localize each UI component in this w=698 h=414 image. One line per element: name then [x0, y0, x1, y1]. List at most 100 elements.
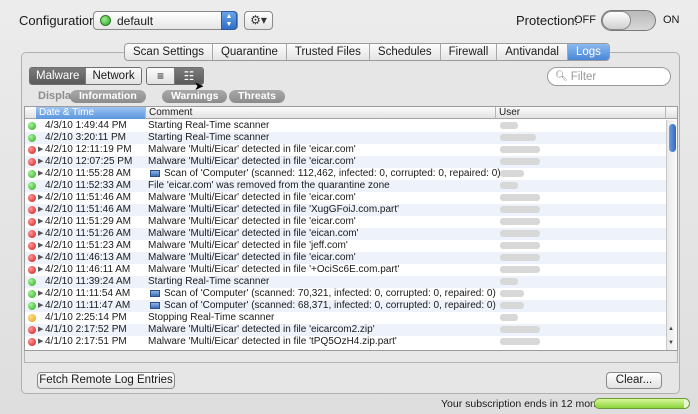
- table-row[interactable]: ▶ 4/2/10 12:07:25 PM Malware 'Multi/Eicar'…: [25, 156, 666, 168]
- table-row[interactable]: ▶ 4/1/10 2:17:52 PM Malware 'Multi/Eicar' …: [25, 324, 666, 336]
- table-row[interactable]: ▶ 4/2/10 11:51:23 AM Malware 'Multi/Eicar'…: [25, 240, 666, 252]
- tab-firewall[interactable]: Firewall: [441, 44, 498, 60]
- display-pill-threats[interactable]: Threats: [229, 90, 285, 103]
- row-comment: Malware 'Multi/Eicar' detected in file '…: [148, 192, 356, 204]
- table-row[interactable]: ▶ 4/2/10 12:11:19 PM Malware 'Multi/Eicar'…: [25, 144, 666, 156]
- disclosure-triangle-icon[interactable]: ▶: [38, 228, 43, 240]
- scroll-up-arrow-icon[interactable]: ▲: [668, 326, 674, 332]
- table-row[interactable]: ▶ 4/2/10 11:55:28 AM Scan of 'Computer' (s…: [25, 168, 666, 180]
- row-user-redacted: [500, 290, 524, 297]
- tab-schedules[interactable]: Schedules: [370, 44, 441, 60]
- table-row[interactable]: ▶ 4/2/10 11:46:11 AM Malware 'Multi/Eicar'…: [25, 264, 666, 276]
- table-row[interactable]: 4/2/10 11:52:33 AM File 'eicar.com' was r…: [25, 180, 666, 192]
- row-comment: Scan of 'Computer' (scanned: 70,321, inf…: [148, 288, 496, 300]
- status-green-icon: [28, 122, 36, 130]
- status-red-icon: [28, 326, 36, 334]
- table-row[interactable]: 4/2/10 11:39:24 AM Starting Real-Time sca…: [25, 276, 666, 288]
- scrollbar-thumb[interactable]: [669, 124, 676, 152]
- row-user-redacted: [500, 194, 540, 201]
- disclosure-triangle-icon[interactable]: ▶: [38, 192, 43, 204]
- log-type-network-button[interactable]: Network: [86, 68, 141, 84]
- fetch-remote-log-button[interactable]: Fetch Remote Log Entries: [37, 372, 175, 389]
- row-comment-text: Scan of 'Computer' (scanned: 68,371, inf…: [164, 300, 496, 311]
- status-red-icon: [28, 230, 36, 238]
- disclosure-triangle-icon[interactable]: ▶: [38, 300, 43, 312]
- horizontal-scrollbar[interactable]: [24, 351, 678, 363]
- display-pill-warnings[interactable]: Warnings: [162, 90, 228, 103]
- disclosure-triangle-icon[interactable]: ▶: [38, 264, 43, 276]
- row-comment-text: Malware 'Multi/Eicar' detected in file '…: [148, 264, 400, 275]
- row-date: 4/2/10 11:39:24 AM: [45, 276, 131, 287]
- column-header-date[interactable]: Date & Time: [36, 107, 146, 119]
- row-comment: Scan of 'Computer' (scanned: 68,371, inf…: [148, 300, 496, 312]
- column-header-comment[interactable]: Comment: [146, 107, 496, 119]
- tab-logs[interactable]: Logs: [567, 44, 609, 60]
- clear-log-button[interactable]: Clear...: [606, 372, 662, 389]
- row-date: 4/2/10 12:11:19 PM: [45, 144, 132, 155]
- filter-field[interactable]: 🔍︎: [547, 67, 671, 86]
- tab-quarantine[interactable]: Quarantine: [213, 44, 287, 60]
- row-comment-text: Malware 'Multi/Eicar' detected in file '…: [148, 252, 356, 263]
- row-comment: Starting Real-Time scanner: [148, 132, 269, 144]
- computer-scan-icon: [150, 290, 160, 297]
- table-row[interactable]: ▶ 4/2/10 11:51:26 AM Malware 'Multi/Eicar'…: [25, 228, 666, 240]
- row-user-redacted: [500, 266, 540, 273]
- row-comment: Starting Real-Time scanner: [148, 276, 269, 288]
- table-row[interactable]: ▶ 4/2/10 11:46:13 AM Malware 'Multi/Eicar'…: [25, 252, 666, 264]
- status-red-icon: [28, 146, 36, 154]
- tab-antivandal[interactable]: Antivandal: [497, 44, 568, 60]
- disclosure-triangle-icon[interactable]: ▶: [38, 144, 43, 156]
- row-comment: Stopping Real-Time scanner: [148, 312, 274, 324]
- row-comment-text: Malware 'Multi/Eicar' detected in file '…: [148, 156, 356, 167]
- disclosure-triangle-icon[interactable]: ▶: [38, 336, 43, 348]
- disclosure-triangle-icon[interactable]: ▶: [38, 288, 43, 300]
- table-header: Date & Time Comment User: [25, 107, 677, 119]
- toggle-knob: [602, 11, 631, 30]
- row-comment: Starting Real-Time scanner: [148, 120, 269, 132]
- row-user-redacted: [500, 218, 540, 225]
- table-row[interactable]: ▶ 4/1/10 2:17:51 PM Malware 'Multi/Eicar' …: [25, 336, 666, 348]
- disclosure-triangle-icon[interactable]: ▶: [38, 156, 43, 168]
- status-green-icon: [28, 278, 36, 286]
- table-rows: 4/3/10 1:49:44 PM Starting Real-Time scan…: [25, 120, 666, 348]
- table-row[interactable]: ▶ 4/2/10 11:11:54 AM Scan of 'Computer' (s…: [25, 288, 666, 300]
- row-comment: File 'eicar.com' was removed from the qu…: [148, 180, 390, 192]
- subscription-progress-fill: [595, 399, 685, 408]
- disclosure-triangle-icon[interactable]: ▶: [38, 216, 43, 228]
- disclosure-triangle-icon[interactable]: ▶: [38, 324, 43, 336]
- vertical-scrollbar[interactable]: ▲ ▼: [666, 120, 677, 350]
- tab-scan-settings[interactable]: Scan Settings: [125, 44, 213, 60]
- status-red-icon: [28, 194, 36, 202]
- configuration-select[interactable]: default ▲ ▼: [93, 11, 238, 30]
- table-row[interactable]: 4/1/10 2:25:14 PM Stopping Real-Time scan…: [25, 312, 666, 324]
- filter-input[interactable]: [570, 70, 671, 83]
- row-comment: Malware 'Multi/Eicar' detected in file '…: [148, 228, 359, 240]
- row-user-redacted: [500, 158, 540, 165]
- table-row[interactable]: ▶ 4/2/10 11:51:46 AM Malware 'Multi/Eicar'…: [25, 192, 666, 204]
- disclosure-triangle-icon[interactable]: ▶: [38, 204, 43, 216]
- table-row[interactable]: ▶ 4/2/10 11:51:29 AM Malware 'Multi/Eicar'…: [25, 216, 666, 228]
- table-row[interactable]: ▶ 4/2/10 11:51:46 AM Malware 'Multi/Eicar'…: [25, 204, 666, 216]
- status-green-icon: [28, 182, 36, 190]
- detail-list-view-icon: ☷: [183, 69, 195, 83]
- disclosure-triangle-icon[interactable]: ▶: [38, 240, 43, 252]
- status-red-icon: [28, 338, 36, 346]
- table-row[interactable]: 4/3/10 1:49:44 PM Starting Real-Time scan…: [25, 120, 666, 132]
- table-row[interactable]: 4/2/10 3:20:11 PM Starting Real-Time scan…: [25, 132, 666, 144]
- gear-menu-button[interactable]: ⚙▾: [244, 11, 273, 30]
- status-red-icon: [28, 158, 36, 166]
- disclosure-triangle-icon[interactable]: ▶: [38, 252, 43, 264]
- row-comment-text: Malware 'Multi/Eicar' detected in file '…: [148, 240, 348, 251]
- tab-trusted-files[interactable]: Trusted Files: [287, 44, 370, 60]
- protection-toggle[interactable]: [601, 10, 656, 31]
- column-header-user[interactable]: User: [496, 107, 666, 119]
- display-pill-information[interactable]: Information: [70, 90, 146, 103]
- log-type-malware-button[interactable]: Malware: [30, 68, 87, 84]
- table-row[interactable]: ▶ 4/2/10 11:11:47 AM Scan of 'Computer' (s…: [25, 300, 666, 312]
- row-comment-text: Scan of 'Computer' (scanned: 112,462, in…: [164, 168, 501, 179]
- scroll-down-arrow-icon[interactable]: ▼: [668, 340, 674, 346]
- list-view-button[interactable]: ≡: [147, 68, 175, 84]
- subscription-progress-bar: [594, 398, 690, 409]
- status-green-icon: [28, 302, 36, 310]
- disclosure-triangle-icon[interactable]: ▶: [38, 168, 43, 180]
